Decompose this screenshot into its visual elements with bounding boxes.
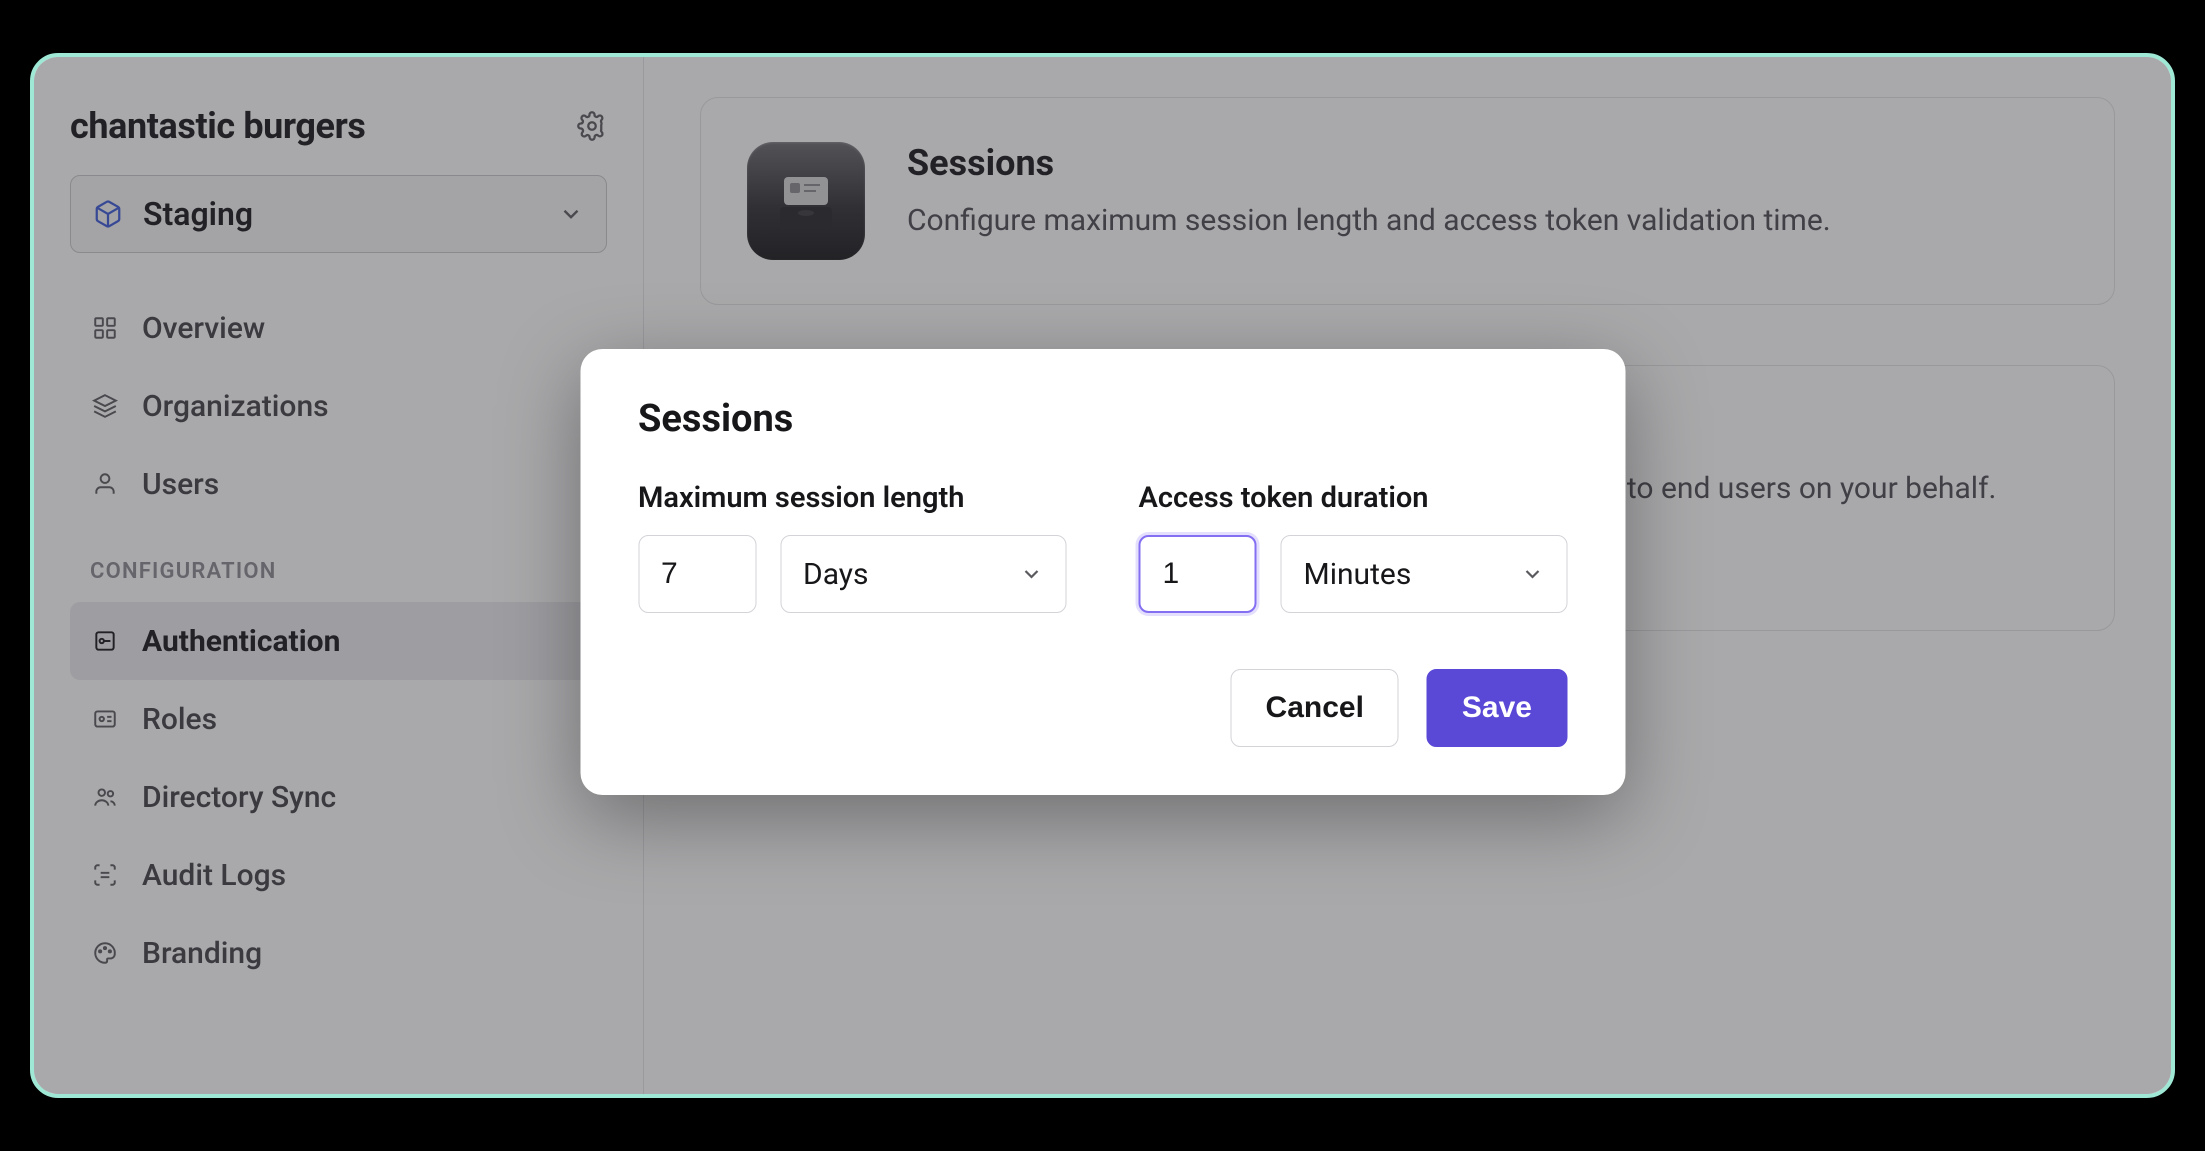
chevron-down-icon: [1520, 562, 1544, 586]
sessions-dialog: Sessions Maximum session length Days Acc…: [580, 349, 1625, 795]
dialog-title: Sessions: [638, 397, 1567, 441]
token-duration-label: Access token duration: [1139, 481, 1568, 515]
token-duration-value-input[interactable]: [1139, 535, 1257, 613]
unit-label: Days: [803, 557, 868, 592]
max-session-value-input[interactable]: [638, 535, 756, 613]
chevron-down-icon: [1020, 562, 1044, 586]
max-session-label: Maximum session length: [638, 481, 1067, 515]
cancel-button[interactable]: Cancel: [1231, 669, 1399, 747]
save-button[interactable]: Save: [1427, 669, 1567, 747]
max-session-unit-select[interactable]: Days: [780, 535, 1067, 613]
token-duration-unit-select[interactable]: Minutes: [1281, 535, 1568, 613]
max-session-field: Maximum session length Days: [638, 481, 1067, 613]
app-frame: chantastic burgers Staging Overview: [30, 53, 2175, 1098]
token-duration-field: Access token duration Minutes: [1139, 481, 1568, 613]
unit-label: Minutes: [1304, 557, 1412, 592]
